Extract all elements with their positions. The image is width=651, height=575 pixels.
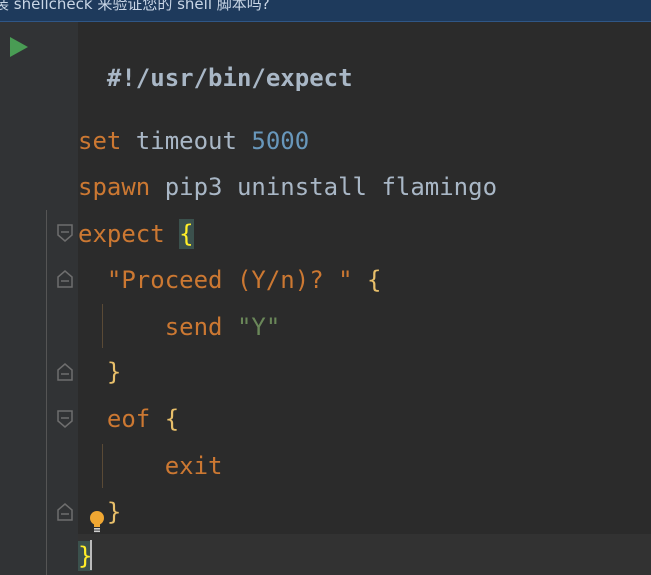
brace: } [106, 358, 122, 386]
number-literal: 5000 [251, 127, 310, 155]
caret-row-highlight [78, 534, 651, 575]
matched-brace: { [179, 219, 194, 249]
code-line-3[interactable]: set timeout 5000 [78, 126, 309, 156]
keyword: exit [164, 452, 223, 480]
brace: } [106, 498, 122, 526]
identifier: timeout [121, 127, 252, 155]
fold-marker-icon[interactable] [56, 502, 74, 522]
shebang: #!/usr/bin/expect [106, 64, 353, 92]
string-pattern: "Proceed (Y/n)? " [106, 266, 353, 294]
keyword: set [78, 127, 122, 155]
brace: { [164, 405, 180, 433]
brace: { [367, 266, 382, 294]
editor-gutter[interactable] [0, 22, 78, 575]
lightbulb-icon[interactable] [88, 510, 106, 534]
keyword: expect [78, 220, 165, 248]
fold-marker-icon[interactable] [56, 409, 74, 429]
keyword: send [164, 313, 223, 341]
keyword: spawn [78, 173, 151, 201]
text-cursor [90, 540, 92, 570]
fold-marker-icon[interactable] [56, 362, 74, 382]
code-line-1[interactable]: #!/usr/bin/expect [78, 33, 353, 92]
code-line-9[interactable]: eof { [78, 404, 179, 434]
keyword: eof [106, 405, 151, 433]
notification-banner[interactable]: 装 shellcheck 来验证您的 shell 脚本吗? [0, 0, 651, 22]
code-line-7[interactable]: send "Y" [78, 312, 281, 342]
code-editor[interactable] [78, 22, 651, 575]
string-literal: "Y" [236, 313, 281, 341]
banner-text: 装 shellcheck 来验证您的 shell 脚本吗? [0, 0, 270, 13]
code-line-10[interactable]: exit [78, 451, 223, 481]
code-line-5[interactable]: expect { [78, 219, 194, 249]
fold-marker-icon[interactable] [56, 269, 74, 289]
code-line-4[interactable]: spawn pip3 uninstall flamingo [78, 172, 497, 202]
arguments: pip3 uninstall flamingo [150, 173, 498, 201]
fold-marker-icon[interactable] [56, 223, 74, 243]
code-line-6[interactable]: "Proceed (Y/n)? " { [78, 265, 382, 295]
code-line-8[interactable]: } [78, 357, 121, 387]
indent-guide [46, 210, 47, 575]
play-icon[interactable] [10, 37, 28, 57]
